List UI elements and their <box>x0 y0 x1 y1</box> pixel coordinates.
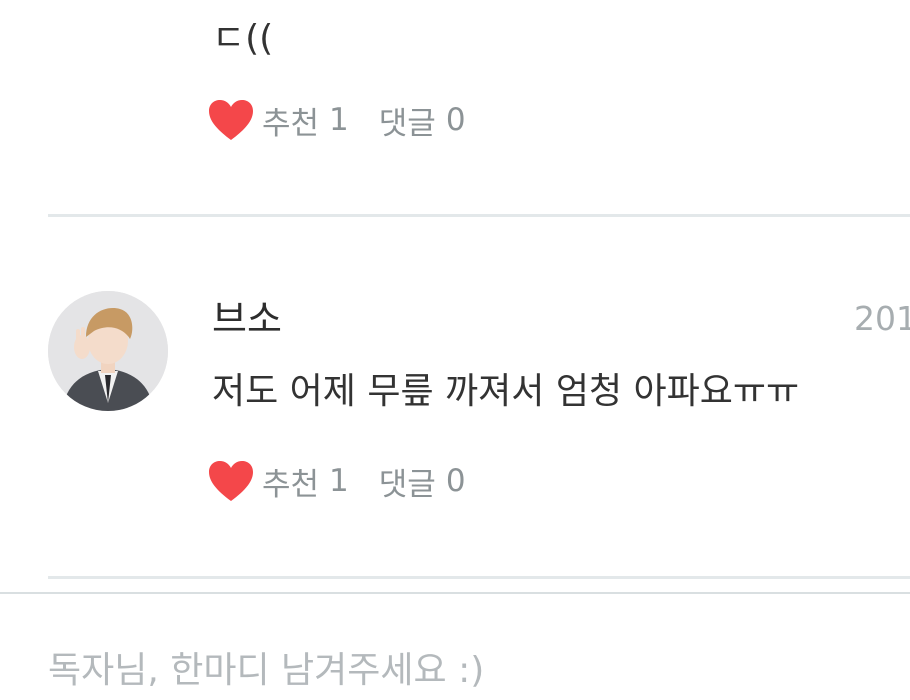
section-divider <box>0 592 910 594</box>
avatar-image <box>48 291 168 411</box>
reply-count: 0 <box>445 463 466 499</box>
heart-icon[interactable] <box>208 99 254 141</box>
reply-label[interactable]: 댓글 <box>379 98 436 143</box>
reply-count: 0 <box>445 102 466 138</box>
comment-text-overflow <box>212 0 902 8</box>
comment-author[interactable]: 브소 <box>212 296 282 342</box>
comment-divider <box>48 214 910 217</box>
like-label[interactable]: 추천 <box>262 98 319 143</box>
reaction-bar: 추천 1 댓글 0 <box>208 98 466 142</box>
comment-divider <box>48 576 910 579</box>
heart-icon[interactable] <box>208 460 254 502</box>
comment-input[interactable] <box>48 640 910 700</box>
like-label[interactable]: 추천 <box>262 459 319 504</box>
comment-text: ㄷ(( <box>212 18 274 59</box>
like-count: 1 <box>329 102 349 138</box>
avatar[interactable] <box>48 291 168 411</box>
reaction-bar: 추천 1 댓글 0 <box>208 459 466 503</box>
comment-timestamp: 201 <box>854 299 910 338</box>
like-count: 1 <box>329 463 349 499</box>
reply-label[interactable]: 댓글 <box>379 459 436 504</box>
comment-text: 저도 어제 무릎 까져서 엄청 아파요ㅠㅠ <box>212 371 800 412</box>
